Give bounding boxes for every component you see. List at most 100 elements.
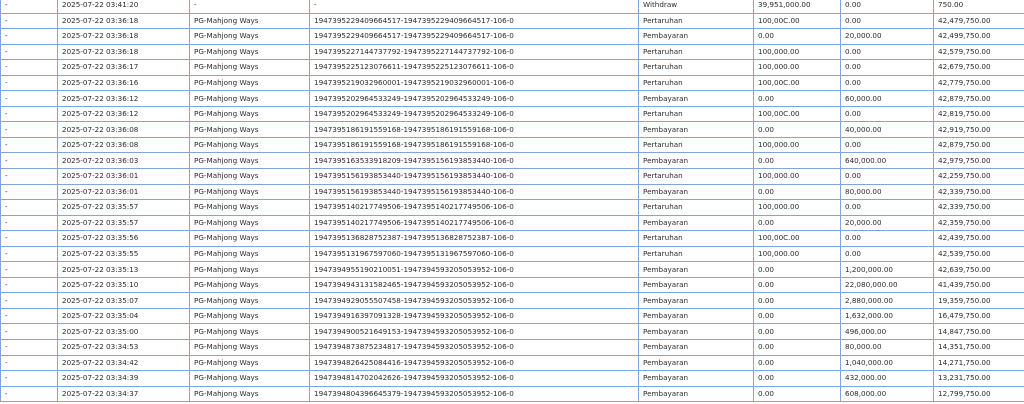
- credit-cell: 1,632,000.00: [840, 307, 934, 325]
- datetime-cell: 2025-07-22 03:34:37: [57, 385, 190, 403]
- reference-link[interactable]: 1947395131967597060-1947395131967597060-…: [309, 245, 639, 263]
- row-index-cell: -: [0, 121, 58, 138]
- credit-cell: 1,040,000.00: [840, 354, 934, 372]
- debit-cell: 100,000.00: [753, 168, 841, 185]
- transaction-type-cell: Pertaruhan: [638, 199, 754, 216]
- transaction-type-cell: Pembayaran: [638, 261, 754, 278]
- game-cell: PG-Mahjong Ways: [189, 245, 310, 263]
- game-cell: PG-Mahjong Ways: [189, 105, 310, 123]
- credit-cell: 60,000.00: [840, 90, 934, 107]
- reference-link[interactable]: 1947395163533918209-1947395156193853440-…: [309, 152, 639, 170]
- transaction-type-cell: Pembayaran: [638, 385, 754, 403]
- reference-link[interactable]: 1947394929055507458-1947394593205053952-…: [309, 292, 639, 309]
- transaction-type-cell: Pembayaran: [638, 90, 754, 107]
- datetime-cell: 2025-07-22 03:35:56: [57, 230, 190, 247]
- reference-link[interactable]: 1947394943131582465-1947394593205053952-…: [309, 276, 639, 294]
- reference-link[interactable]: 1947394826425084416-1947394593205053952-…: [309, 354, 639, 372]
- reference-link[interactable]: 1947395225123076611-1947395225123076611-…: [309, 59, 639, 76]
- transaction-type-cell: Pembayaran: [638, 121, 754, 138]
- reference-link[interactable]: 1947395156193853440-1947395156193853440-…: [309, 168, 639, 185]
- credit-cell: 496,000.00: [840, 323, 934, 341]
- datetime-cell: 2025-07-22 03:35:57: [57, 214, 190, 232]
- reference-link[interactable]: 1947395229409664517-1947395229409664517-…: [309, 12, 639, 30]
- credit-cell: 0.00: [840, 136, 934, 154]
- balance-cell: 42,639,750.00: [933, 261, 1024, 278]
- table-row: -2025-07-22 03:36:03 PG-Mahjong Ways 19473…: [0, 152, 1024, 170]
- credit-cell: 2,880,000.00: [840, 292, 934, 309]
- credit-cell: 0.00: [840, 74, 934, 92]
- debit-cell: 0.00: [753, 339, 841, 356]
- debit-cell: 0.00: [753, 28, 841, 45]
- debit-cell: 0.00: [753, 354, 841, 372]
- debit-cell: 0.00: [753, 183, 841, 201]
- transaction-type-cell: Pembayaran: [638, 183, 754, 201]
- row-index-cell: -: [0, 385, 58, 403]
- reference-link[interactable]: 1947395186191559168-1947395186191559168-…: [309, 121, 639, 138]
- balance-cell: 16,479,750.00: [933, 307, 1024, 325]
- debit-cell: 0.00: [753, 370, 841, 387]
- datetime-cell: 2025-07-22 03:34:39: [57, 370, 190, 387]
- balance-cell: 12,799,750.00: [933, 385, 1024, 403]
- credit-cell: 1,200,000.00: [840, 261, 934, 278]
- game-cell: PG-Mahjong Ways: [189, 214, 310, 232]
- reference-link[interactable]: 1947395156193853440-1947395156193853440-…: [309, 183, 639, 201]
- reference-link[interactable]: -: [309, 0, 639, 14]
- datetime-cell: 2025-07-22 03:36:08: [57, 121, 190, 138]
- reference-link[interactable]: 1947394873875234817-1947394593205053952-…: [309, 339, 639, 356]
- game-cell: PG-Mahjong Ways: [189, 152, 310, 170]
- game-cell: PG-Mahjong Ways: [189, 339, 310, 356]
- reference-link[interactable]: 1947394900521649153-1947394593205053952-…: [309, 323, 639, 341]
- row-index-cell: -: [0, 0, 58, 14]
- table-row: -2025-07-22 03:36:08 PG-Mahjong Ways 19473…: [0, 136, 1024, 154]
- table-row: -2025-07-22 03:36:01 PG-Mahjong Ways 19473…: [0, 183, 1024, 201]
- transaction-type-cell: Pembayaran: [638, 354, 754, 372]
- debit-cell: 0.00: [753, 276, 841, 294]
- game-cell: PG-Mahjong Ways: [189, 59, 310, 76]
- balance-cell: 42,679,750.00: [933, 59, 1024, 76]
- reference-link[interactable]: 1947394955190210051-1947394593205053952-…: [309, 261, 639, 278]
- datetime-cell: 2025-07-22 03:35:07: [57, 292, 190, 309]
- table-row: -2025-07-22 03:35:55 PG-Mahjong Ways 19473…: [0, 245, 1024, 263]
- reference-link[interactable]: 1947395140217749506-1947395140217749506-…: [309, 214, 639, 232]
- credit-cell: 0.00: [840, 199, 934, 216]
- table-row: -2025-07-22 03:36:08 PG-Mahjong Ways 19473…: [0, 121, 1024, 138]
- balance-cell: 42,919,750.00: [933, 121, 1024, 138]
- reference-link[interactable]: 1947395219032960001-1947395219032960001-…: [309, 74, 639, 92]
- reference-link[interactable]: 1947395202964533249-1947395202964533249-…: [309, 105, 639, 123]
- transaction-type-cell: Pembayaran: [638, 339, 754, 356]
- table-row: -2025-07-22 03:36:01 PG-Mahjong Ways 19473…: [0, 168, 1024, 185]
- transaction-type-cell: Pertaruhan: [638, 136, 754, 154]
- reference-link[interactable]: 1947394814702042626-1947394593205053952-…: [309, 370, 639, 387]
- reference-link[interactable]: 1947395186191559168-1947395186191559168-…: [309, 136, 639, 154]
- debit-cell: 39,951,000.00: [753, 0, 841, 14]
- reference-link[interactable]: 1947395227144737792-1947395227144737792-…: [309, 43, 639, 61]
- transaction-type-cell: Pertaruhan: [638, 230, 754, 247]
- table-row: -2025-07-22 03:34:37 PG-Mahjong Ways 19473…: [0, 385, 1024, 403]
- game-cell: PG-Mahjong Ways: [189, 136, 310, 154]
- debit-cell: 100,000.00: [753, 59, 841, 76]
- debit-cell: 0.00: [753, 90, 841, 107]
- debit-cell: 100,00C.00: [753, 230, 841, 247]
- balance-cell: 42,339,750.00: [933, 183, 1024, 201]
- datetime-cell: 2025-07-22 03:36:01: [57, 183, 190, 201]
- reference-link[interactable]: 1947394916397091328-1947394593205053952-…: [309, 307, 639, 325]
- reference-link[interactable]: 1947395202964533249-1947395202964533249-…: [309, 90, 639, 107]
- transaction-table-body: -2025-07-22 03:41:20- - Withdraw 39,951,000…: [0, 0, 1024, 403]
- row-index-cell: -: [0, 43, 58, 61]
- reference-link[interactable]: 1947395140217749506-1947395140217749506-…: [309, 199, 639, 216]
- balance-cell: 42,259,750.00: [933, 168, 1024, 185]
- row-index-cell: -: [0, 245, 58, 263]
- table-row: -2025-07-22 03:36:18 PG-Mahjong Ways 19473…: [0, 28, 1024, 45]
- reference-link[interactable]: 1947394804396645379-1947394593205053952-…: [309, 385, 639, 403]
- table-row: -2025-07-22 03:35:04 PG-Mahjong Ways 19473…: [0, 307, 1024, 325]
- reference-link[interactable]: 1947395229409664517-1947395229409664517-…: [309, 28, 639, 45]
- datetime-cell: 2025-07-22 03:35:57: [57, 199, 190, 216]
- table-row: -2025-07-22 03:36:16 PG-Mahjong Ways 19473…: [0, 74, 1024, 92]
- datetime-cell: 2025-07-22 03:35:10: [57, 276, 190, 294]
- reference-link[interactable]: 1947395136828752387-1947395136828752387-…: [309, 230, 639, 247]
- transaction-type-cell: Pertaruhan: [638, 12, 754, 30]
- credit-cell: 20,000.00: [840, 214, 934, 232]
- datetime-cell: 2025-07-22 03:36:18: [57, 43, 190, 61]
- row-index-cell: -: [0, 28, 58, 45]
- credit-cell: 0.00: [840, 59, 934, 76]
